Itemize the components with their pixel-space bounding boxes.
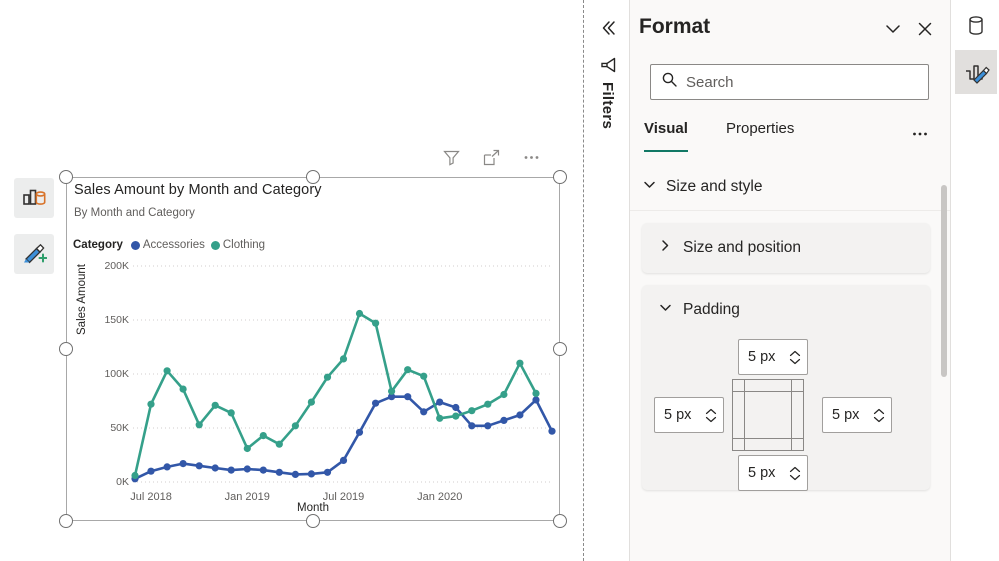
format-pane-tabs[interactable]: Visual Properties [630, 118, 950, 160]
format-pane-title: Format [639, 15, 711, 38]
padding-top-value: 5 px [748, 349, 776, 365]
x-axis-title: Month [297, 502, 329, 514]
padding-right-stepper[interactable]: 5 px [822, 397, 892, 433]
x-tick-label: Jul 2018 [130, 491, 172, 503]
padding-top-arrows[interactable] [787, 340, 807, 374]
padding-left-value: 5 px [664, 407, 692, 423]
format-visual-paintbrush-icon[interactable] [14, 234, 54, 274]
report-canvas[interactable]: Sales Amount by Month and Category By Mo… [0, 0, 583, 561]
tabs-more-options-icon[interactable] [908, 122, 932, 146]
padding-preview-box [732, 379, 804, 451]
card-size-and-position-header[interactable]: Size and position [642, 223, 930, 273]
tab-visual[interactable]: Visual [644, 118, 688, 160]
format-pane[interactable]: Format Visual Prope [630, 0, 950, 561]
card-label: Size and position [683, 239, 802, 256]
resize-handle-top-right[interactable] [553, 170, 567, 184]
resize-handle-middle-left[interactable] [59, 342, 73, 356]
search-icon [661, 71, 678, 93]
scrollbar-thumb[interactable] [941, 185, 947, 377]
resize-handle-top-left[interactable] [59, 170, 73, 184]
y-tick-label: 150K [104, 314, 129, 326]
search-box[interactable] [650, 64, 929, 100]
data-icon[interactable] [955, 4, 997, 48]
padding-bottom-value: 5 px [748, 465, 776, 481]
visual-header-actions[interactable] [440, 146, 542, 168]
y-tick-label: 0K [116, 476, 129, 488]
format-pane-header: Format [630, 0, 950, 56]
filter-funnel-icon[interactable] [597, 54, 619, 76]
line-chart-svg [131, 265, 556, 483]
right-icon-rail[interactable] [950, 0, 999, 561]
tab-properties[interactable]: Properties [726, 118, 794, 160]
format-visual-icon[interactable] [955, 50, 997, 94]
chevron-down-icon[interactable] [880, 16, 906, 42]
y-tick-label: 50K [110, 422, 129, 434]
chevron-down-icon [642, 177, 657, 197]
padding-bottom-arrows[interactable] [787, 456, 807, 490]
resize-handle-bottom-center[interactable] [306, 514, 320, 528]
format-pane-body[interactable]: Size and style Size and position Padding… [630, 163, 950, 561]
filters-pane-collapsed[interactable]: Filters [586, 0, 630, 561]
card-padding[interactable]: Padding 5 px 5 px 5 px 5 px [642, 285, 930, 491]
padding-bottom-stepper[interactable]: 5 px [738, 455, 808, 491]
card-label: Padding [683, 301, 740, 318]
card-size-and-position[interactable]: Size and position [642, 223, 930, 273]
padding-widget[interactable]: 5 px 5 px 5 px 5 px [642, 335, 930, 491]
y-axis-title: Sales Amount [76, 264, 88, 335]
resize-handle-bottom-left[interactable] [59, 514, 73, 528]
canvas-pane-divider [583, 0, 584, 561]
group-size-and-style[interactable]: Size and style [630, 163, 950, 211]
x-tick-label: Jan 2019 [224, 491, 270, 503]
close-icon[interactable] [912, 16, 938, 42]
card-padding-header[interactable]: Padding [642, 285, 930, 335]
resize-handle-top-center[interactable] [306, 170, 320, 184]
expand-filters-chevron-icon[interactable] [596, 16, 620, 40]
format-pane-scrollbar[interactable] [941, 176, 947, 561]
filter-icon[interactable] [440, 146, 462, 168]
search-input[interactable] [686, 73, 918, 91]
filters-pane-title: Filters [599, 82, 616, 130]
more-options-icon[interactable] [520, 146, 542, 168]
padding-left-arrows[interactable] [703, 398, 723, 432]
y-tick-label: 200K [104, 260, 129, 272]
resize-handle-middle-right[interactable] [553, 342, 567, 356]
chevron-down-icon [658, 300, 673, 320]
padding-right-value: 5 px [832, 407, 860, 423]
chart-plot-area[interactable]: 0K 50K 100K 150K 200K Jul 2018 Jan 2019 Jul 20… [66, 177, 560, 521]
y-tick-label: 100K [104, 368, 129, 380]
resize-handle-bottom-right[interactable] [553, 514, 567, 528]
focus-mode-icon[interactable] [480, 146, 502, 168]
group-label: Size and style [666, 177, 763, 195]
padding-left-stepper[interactable]: 5 px [654, 397, 724, 433]
build-visual-icon[interactable] [14, 178, 54, 218]
x-tick-label: Jan 2020 [417, 491, 463, 503]
chevron-right-icon [658, 238, 673, 258]
padding-top-stepper[interactable]: 5 px [738, 339, 808, 375]
padding-right-arrows[interactable] [871, 398, 891, 432]
